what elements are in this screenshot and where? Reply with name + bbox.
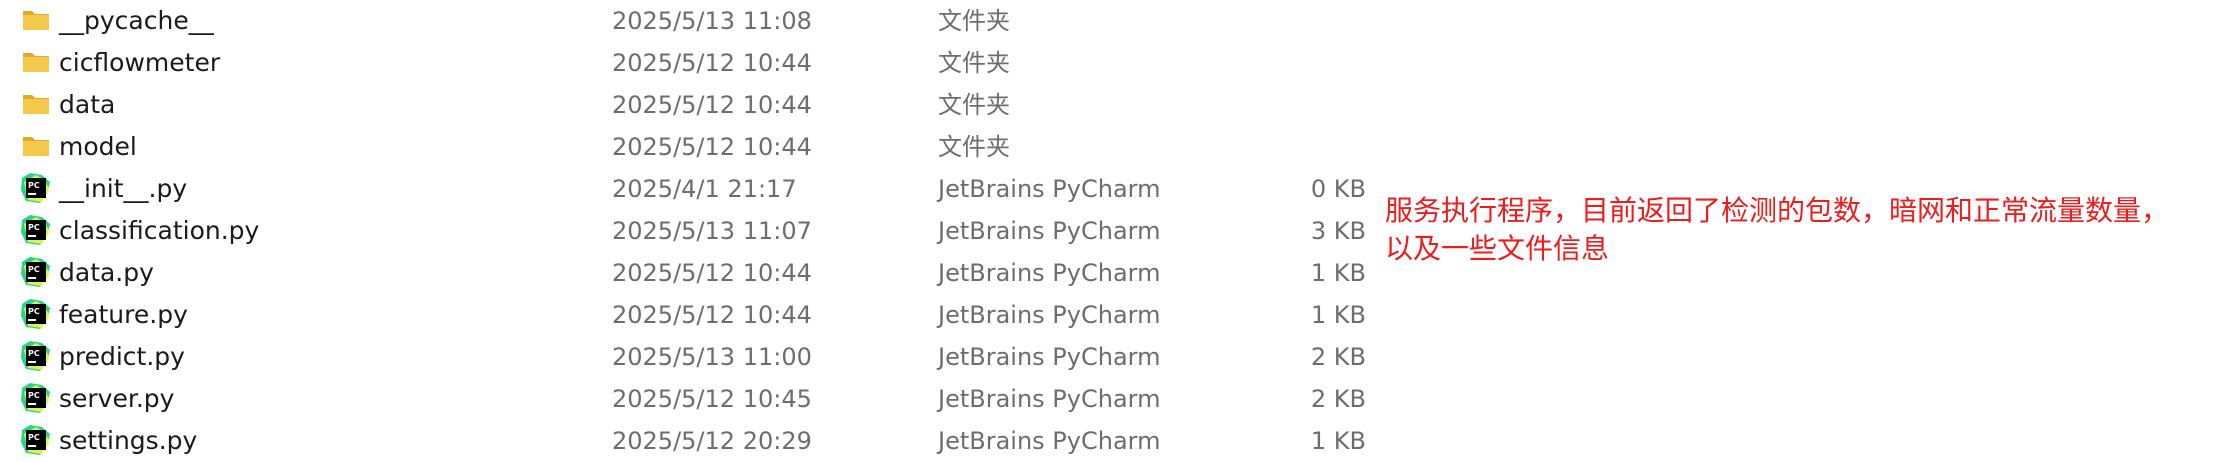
svg-text:PC: PC	[28, 181, 40, 190]
folder-icon	[23, 53, 49, 72]
file-date: 2025/5/12 10:44	[612, 91, 812, 119]
file-type: JetBrains PyCharm	[938, 427, 1161, 455]
file-date: 2025/5/13 11:08	[612, 7, 812, 35]
file-row[interactable]: PC feature.py 2025/5/12 10:44 JetBrains …	[0, 294, 1380, 336]
file-name: settings.py	[59, 426, 198, 455]
svg-text:PC: PC	[28, 391, 40, 400]
file-name: data	[59, 90, 116, 119]
pycharm-file-icon: PC	[21, 383, 50, 413]
folder-icon	[23, 11, 49, 30]
file-type: 文件夹	[938, 133, 1010, 161]
pycharm-file-icon: PC	[21, 299, 50, 329]
annotation-note: 服务执行程序，目前返回了检测的包数，暗网和正常流量数量， 以及一些文件信息	[1385, 192, 2225, 268]
file-row[interactable]: PC predict.py 2025/5/13 11:00 JetBrains …	[0, 336, 1380, 378]
file-type: JetBrains PyCharm	[938, 259, 1161, 287]
pycharm-file-icon: PC	[21, 425, 50, 455]
file-size	[1220, 84, 1366, 126]
file-row[interactable]: data 2025/5/12 10:44 文件夹	[0, 84, 1380, 126]
file-size	[1220, 42, 1366, 84]
folder-icon	[23, 95, 49, 114]
file-size: 1 KB	[1310, 301, 1366, 329]
pycharm-file-icon: PC	[21, 215, 50, 245]
pycharm-file-icon: PC	[21, 173, 50, 203]
file-date: 2025/5/12 10:44	[612, 259, 812, 287]
file-type: JetBrains PyCharm	[938, 385, 1161, 413]
file-name: classification.py	[59, 216, 260, 245]
file-row[interactable]: PC server.py 2025/5/12 10:45 JetBrains P…	[0, 378, 1380, 420]
pycharm-file-icon: PC	[21, 341, 50, 371]
file-row[interactable]: PC data.py 2025/5/12 10:44 JetBrains PyC…	[0, 252, 1380, 294]
file-type: JetBrains PyCharm	[938, 175, 1161, 203]
file-date: 2025/5/12 10:44	[612, 49, 812, 77]
file-size: 1 KB	[1310, 427, 1366, 455]
file-date: 2025/5/12 10:44	[612, 301, 812, 329]
file-row[interactable]: __pycache__ 2025/5/13 11:08 文件夹	[0, 0, 1380, 42]
file-type: JetBrains PyCharm	[938, 217, 1161, 245]
file-name: data.py	[59, 258, 154, 287]
file-type: JetBrains PyCharm	[938, 301, 1161, 329]
svg-text:PC: PC	[28, 307, 40, 316]
svg-text:PC: PC	[28, 349, 40, 358]
file-size: 1 KB	[1310, 259, 1366, 287]
file-name: model	[59, 132, 137, 161]
file-type: 文件夹	[938, 7, 1010, 35]
file-name: __pycache__	[59, 6, 214, 35]
file-date: 2025/5/12 10:45	[612, 385, 812, 413]
file-row[interactable]: PC classification.py 2025/5/13 11:07 Jet…	[0, 210, 1380, 252]
file-type: 文件夹	[938, 49, 1010, 77]
file-row[interactable]: PC settings.py 2025/5/12 20:29 JetBrains…	[0, 420, 1380, 462]
annotation-line: 服务执行程序，目前返回了检测的包数，暗网和正常流量数量，	[1385, 194, 2170, 227]
file-name: server.py	[59, 384, 175, 413]
svg-text:PC: PC	[28, 433, 40, 442]
folder-icon	[23, 137, 49, 156]
file-name: __init__.py	[59, 174, 188, 203]
file-row[interactable]: cicflowmeter 2025/5/12 10:44 文件夹	[0, 42, 1380, 84]
file-row[interactable]: PC __init__.py 2025/4/1 21:17 JetBrains …	[0, 168, 1380, 210]
file-size	[1220, 0, 1366, 42]
file-size	[1220, 126, 1366, 168]
file-date: 2025/5/12 10:44	[612, 133, 812, 161]
svg-text:PC: PC	[28, 223, 40, 232]
file-size: 0 KB	[1310, 175, 1366, 203]
file-name: cicflowmeter	[59, 48, 221, 77]
file-size: 2 KB	[1310, 385, 1366, 413]
file-date: 2025/4/1 21:17	[612, 175, 797, 203]
file-type: JetBrains PyCharm	[938, 343, 1161, 371]
pycharm-file-icon: PC	[21, 257, 50, 287]
file-list: __pycache__ 2025/5/13 11:08 文件夹 cicflowm…	[0, 0, 1380, 462]
file-date: 2025/5/13 11:00	[612, 343, 812, 371]
file-size: 3 KB	[1310, 217, 1366, 245]
annotation-line: 以及一些文件信息	[1385, 232, 1610, 265]
file-name: predict.py	[59, 342, 185, 371]
file-size: 2 KB	[1310, 343, 1366, 371]
file-date: 2025/5/13 11:07	[612, 217, 812, 245]
file-type: 文件夹	[938, 91, 1010, 119]
file-row[interactable]: model 2025/5/12 10:44 文件夹	[0, 126, 1380, 168]
file-date: 2025/5/12 20:29	[612, 427, 812, 455]
svg-text:PC: PC	[28, 265, 40, 274]
file-name: feature.py	[59, 300, 188, 329]
